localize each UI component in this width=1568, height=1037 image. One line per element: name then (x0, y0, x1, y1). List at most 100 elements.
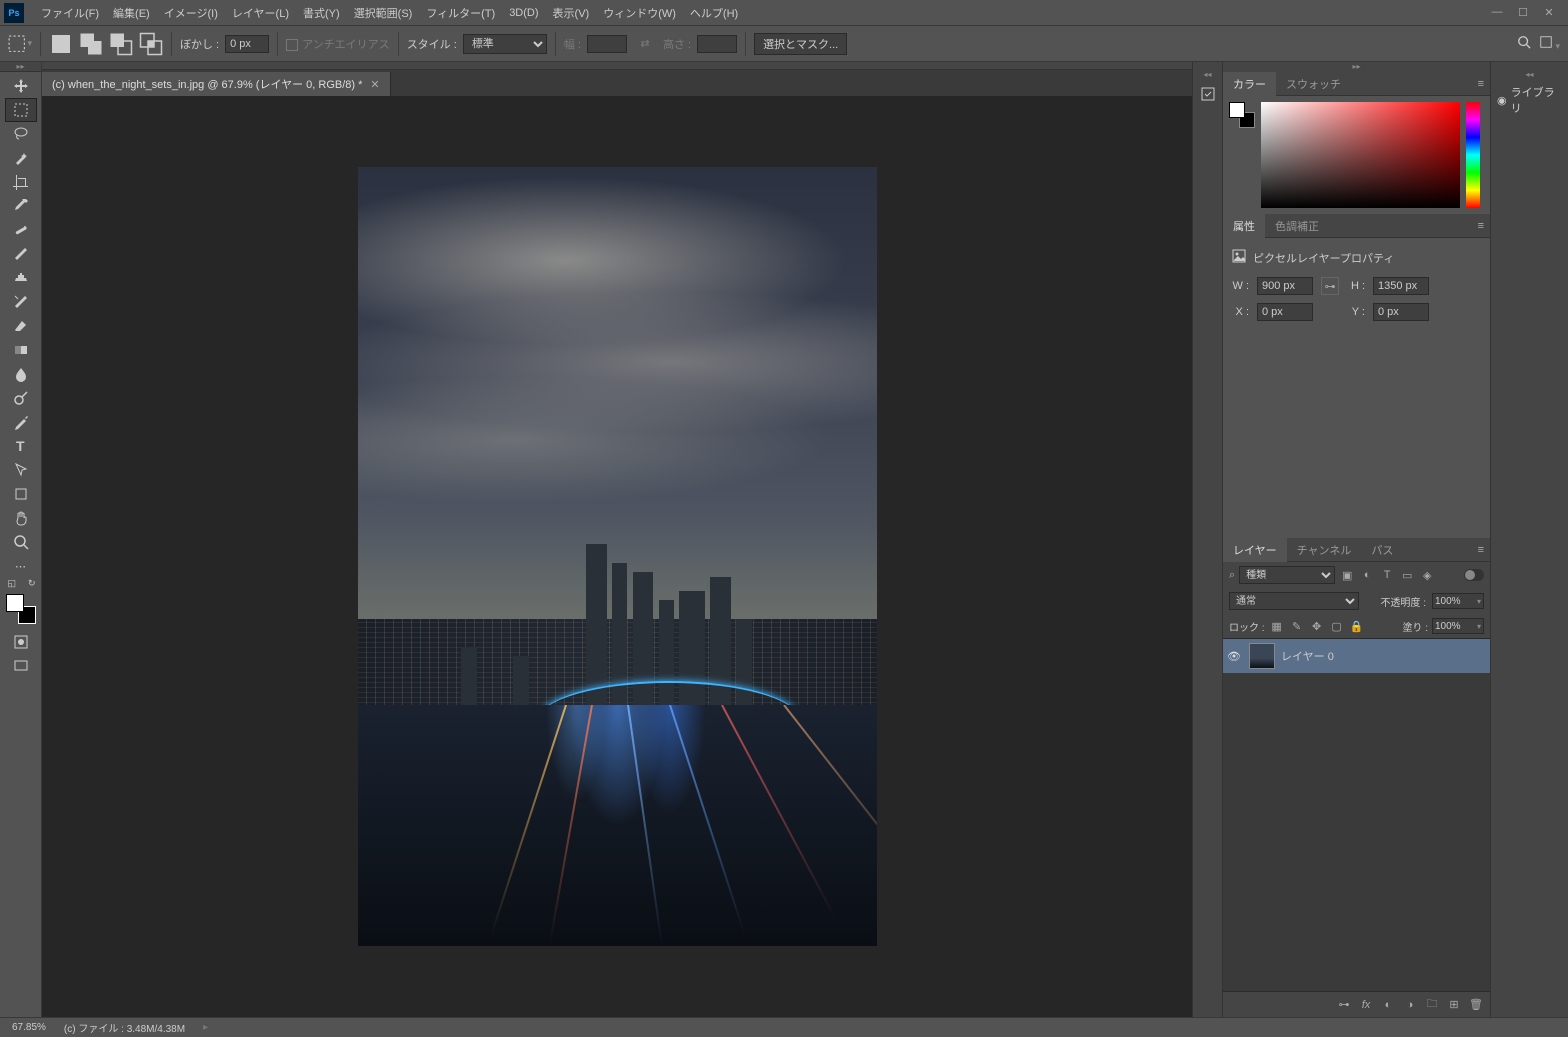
share-icon[interactable]: ▾ (1539, 35, 1560, 52)
brush-tool-icon[interactable] (5, 242, 37, 266)
menu-help[interactable]: ヘルプ(H) (683, 0, 745, 26)
filter-pixel-icon[interactable]: ▣ (1339, 567, 1355, 583)
layer-thumbnail[interactable] (1249, 643, 1275, 669)
swap-colors-icon[interactable]: ↻ (28, 578, 36, 589)
selection-subtract-icon[interactable] (109, 33, 133, 55)
screen-mode-icon[interactable] (5, 654, 37, 678)
hand-tool-icon[interactable] (5, 506, 37, 530)
prop-x-input[interactable] (1257, 303, 1313, 321)
history-panel-icon[interactable] (1196, 82, 1220, 106)
layer-fx-icon[interactable]: fx (1358, 999, 1374, 1011)
status-doc-info[interactable]: (c) ファイル : 3.48M/4.38M (64, 1020, 185, 1035)
close-icon[interactable]: ✕ (1542, 6, 1556, 19)
properties-panel-menu-icon[interactable]: ≡ (1472, 220, 1490, 232)
quick-mask-icon[interactable] (5, 630, 37, 654)
color-panel-menu-icon[interactable]: ≡ (1472, 78, 1490, 90)
feather-input[interactable] (225, 35, 269, 53)
canvas-viewport[interactable] (42, 96, 1192, 1017)
layer-name[interactable]: レイヤー 0 (1281, 648, 1334, 664)
select-and-mask-button[interactable]: 選択とマスク... (754, 33, 847, 55)
close-tab-icon[interactable]: ✕ (370, 78, 379, 91)
prop-w-input[interactable] (1257, 277, 1313, 295)
menu-file[interactable]: ファイル(F) (34, 0, 106, 26)
color-swatches[interactable] (6, 594, 36, 624)
history-brush-tool-icon[interactable] (5, 290, 37, 314)
search-icon[interactable] (1517, 35, 1531, 52)
status-zoom[interactable]: 67.85% (12, 1022, 46, 1033)
menu-filter[interactable]: フィルター(T) (419, 0, 502, 26)
marquee-tool-icon[interactable] (5, 98, 37, 122)
filter-kind-select[interactable]: 種類 (1239, 566, 1335, 584)
filter-toggle[interactable] (1464, 569, 1484, 581)
tab-channels[interactable]: チャンネル (1287, 538, 1362, 562)
layers-panel-menu-icon[interactable]: ≡ (1472, 544, 1490, 556)
dodge-tool-icon[interactable] (5, 386, 37, 410)
lock-all-icon[interactable]: 🔒 (1349, 618, 1365, 634)
layer-item[interactable]: 👁 レイヤー 0 (1223, 639, 1490, 673)
clone-stamp-tool-icon[interactable] (5, 266, 37, 290)
new-group-icon[interactable]: 🗀 (1424, 995, 1440, 1014)
hue-slider[interactable] (1466, 102, 1480, 208)
gradient-tool-icon[interactable] (5, 338, 37, 362)
document-tab[interactable]: (c) when_the_night_sets_in.jpg @ 67.9% (… (42, 72, 391, 96)
path-select-tool-icon[interactable] (5, 458, 37, 482)
tab-adjustments[interactable]: 色調補正 (1265, 214, 1329, 238)
delete-layer-icon[interactable]: 🗑 (1468, 998, 1484, 1011)
adjustment-layer-icon[interactable]: ◑ (1402, 999, 1418, 1011)
menu-layer[interactable]: レイヤー(L) (225, 0, 296, 26)
default-colors-icon[interactable]: ◱ (8, 578, 17, 589)
toolbox-collapse[interactable]: ▸▸ (0, 62, 41, 72)
libraries-button[interactable]: ◉ ライブラリ (1491, 80, 1568, 120)
crop-tool-icon[interactable] (5, 170, 37, 194)
zoom-tool-icon[interactable] (5, 530, 37, 554)
current-tool-marquee-icon[interactable]: ▾ (8, 33, 32, 55)
type-tool-icon[interactable]: T (5, 434, 37, 458)
foreground-color[interactable] (6, 594, 24, 612)
filter-smart-icon[interactable]: ◈ (1419, 567, 1435, 583)
blur-tool-icon[interactable] (5, 362, 37, 386)
magic-wand-tool-icon[interactable] (5, 146, 37, 170)
selection-add-icon[interactable] (79, 33, 103, 55)
selection-new-icon[interactable] (49, 33, 73, 55)
menu-view[interactable]: 表示(V) (546, 0, 597, 26)
link-wh-icon[interactable]: ⊶ (1321, 277, 1339, 295)
selection-intersect-icon[interactable] (139, 33, 163, 55)
new-layer-icon[interactable]: ⊞ (1446, 998, 1462, 1011)
blend-mode-select[interactable]: 通常 (1229, 592, 1359, 610)
filter-shape-icon[interactable]: ▭ (1399, 567, 1415, 583)
fill-input[interactable]: 100%▾ (1432, 618, 1484, 634)
edit-toolbar-icon[interactable]: ⋯ (5, 554, 37, 578)
minimize-icon[interactable]: ― (1490, 6, 1504, 19)
lock-position-icon[interactable]: ✥ (1309, 618, 1325, 634)
healing-brush-tool-icon[interactable] (5, 218, 37, 242)
eyedropper-tool-icon[interactable] (5, 194, 37, 218)
link-layers-icon[interactable]: ⊶ (1336, 998, 1352, 1011)
saturation-picker[interactable] (1261, 102, 1460, 208)
maximize-icon[interactable]: ☐ (1516, 6, 1530, 19)
menu-3d[interactable]: 3D(D) (502, 0, 545, 26)
move-tool-icon[interactable] (5, 74, 37, 98)
shape-tool-icon[interactable] (5, 482, 37, 506)
lasso-tool-icon[interactable] (5, 122, 37, 146)
layer-mask-icon[interactable]: ◐ (1380, 999, 1396, 1011)
prop-y-input[interactable] (1373, 303, 1429, 321)
color-panel-swatch[interactable] (1229, 102, 1255, 128)
eraser-tool-icon[interactable] (5, 314, 37, 338)
tab-properties[interactable]: 属性 (1223, 214, 1265, 238)
layer-visibility-icon[interactable]: 👁 (1227, 650, 1243, 663)
prop-h-input[interactable] (1373, 277, 1429, 295)
lock-transparent-icon[interactable]: ▦ (1269, 618, 1285, 634)
lock-pixels-icon[interactable]: ✎ (1289, 618, 1305, 634)
opacity-input[interactable]: 100%▾ (1432, 593, 1484, 609)
pen-tool-icon[interactable] (5, 410, 37, 434)
menu-window[interactable]: ウィンドウ(W) (596, 0, 683, 26)
menu-select[interactable]: 選択範囲(S) (347, 0, 420, 26)
menu-image[interactable]: イメージ(I) (157, 0, 225, 26)
tab-swatches[interactable]: スウォッチ (1276, 72, 1351, 96)
style-select[interactable]: 標準 (463, 34, 547, 54)
menu-type[interactable]: 書式(Y) (296, 0, 347, 26)
menu-edit[interactable]: 編集(E) (106, 0, 157, 26)
filter-adjust-icon[interactable]: ◐ (1359, 567, 1375, 583)
status-flyout-icon[interactable]: ▸ (203, 1022, 208, 1033)
tab-paths[interactable]: パス (1361, 538, 1403, 562)
